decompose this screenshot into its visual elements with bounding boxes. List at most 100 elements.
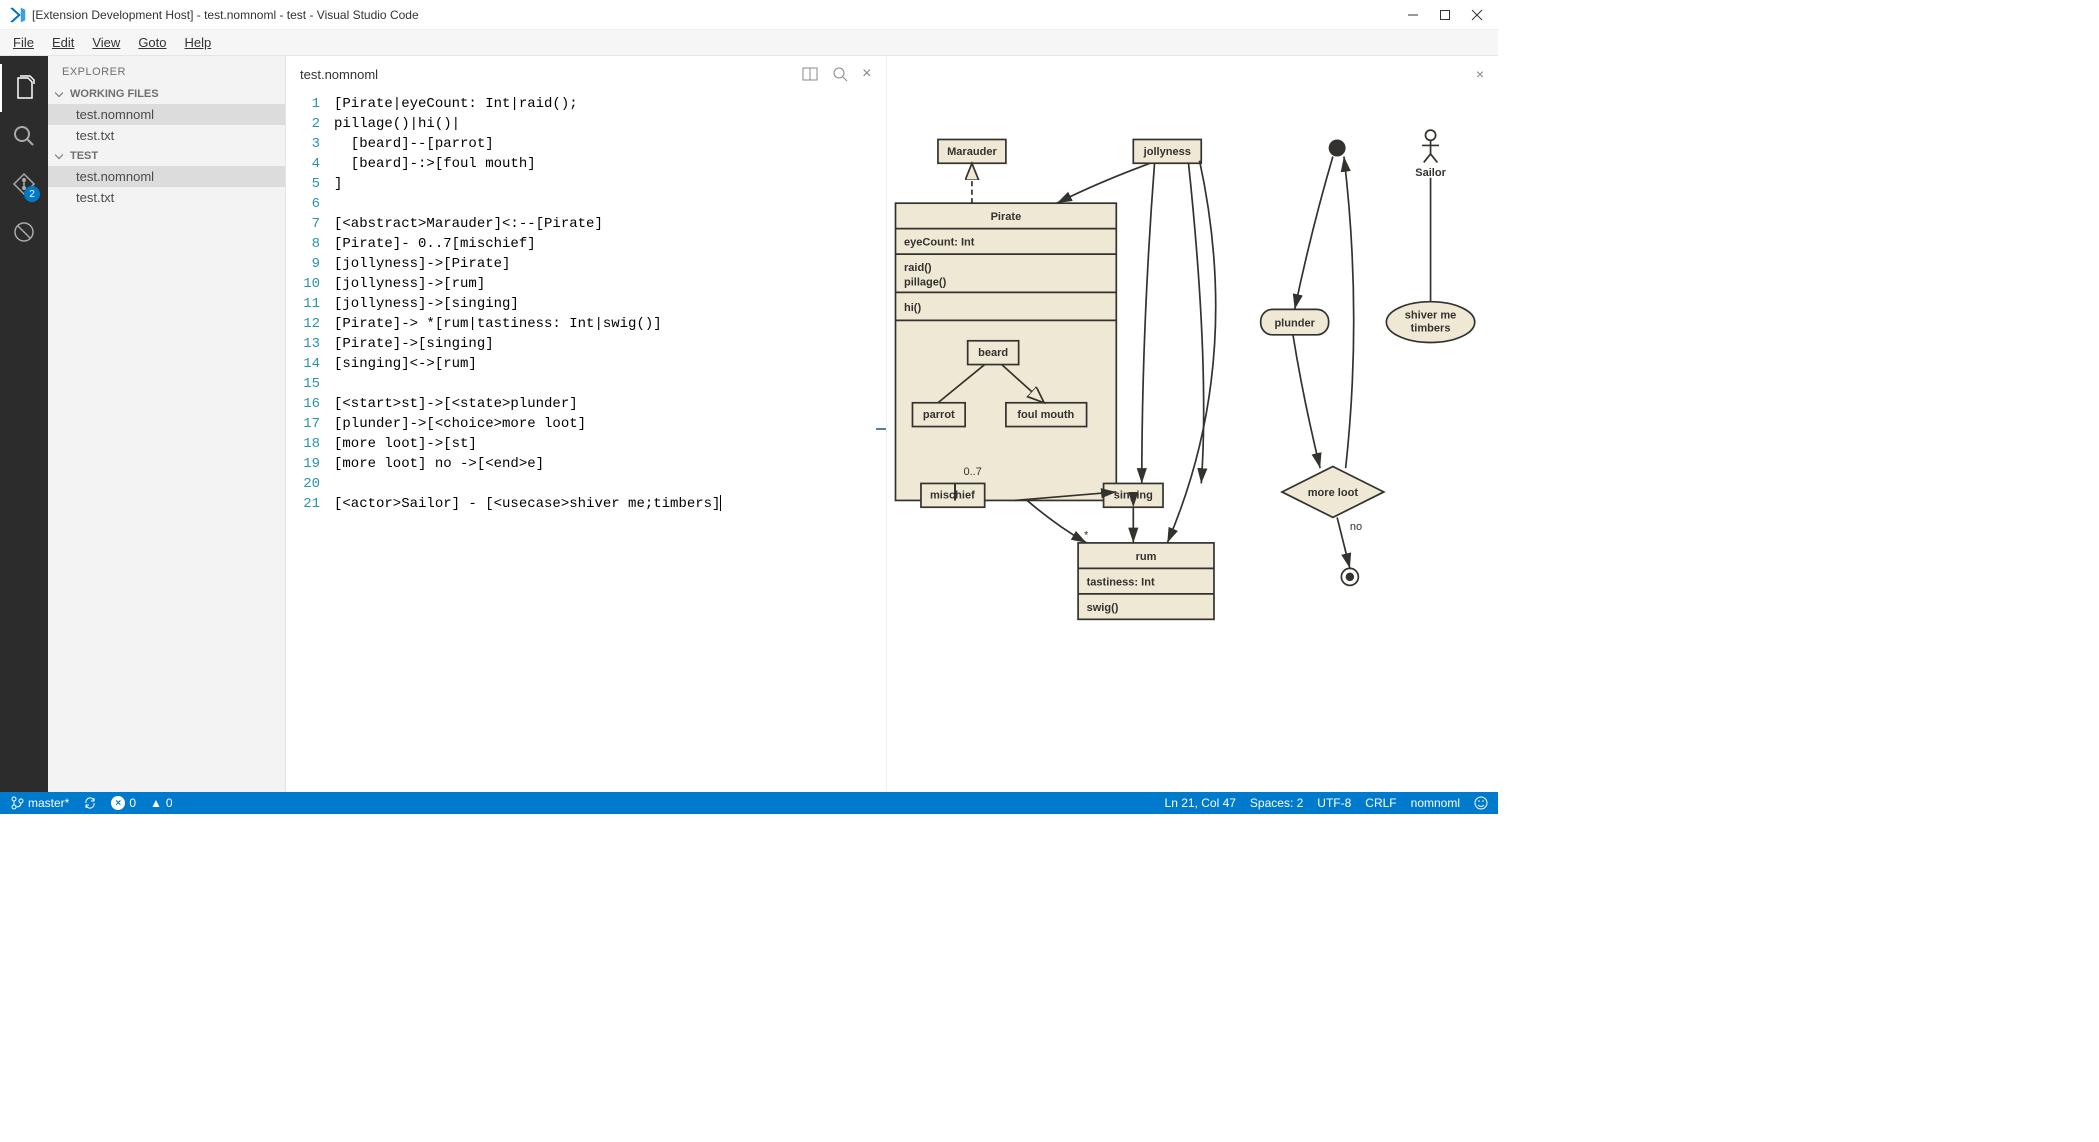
activity-git[interactable]: 2 [0, 160, 48, 208]
working-file[interactable]: test.txt [48, 125, 285, 146]
status-sync[interactable] [83, 796, 97, 810]
code-line[interactable]: 2pillage()|hi()| [286, 114, 886, 134]
titlebar: [Extension Development Host] - test.nomn… [0, 0, 1498, 30]
code-text: ] [334, 174, 342, 194]
line-number: 12 [286, 314, 334, 334]
status-feedback[interactable] [1474, 796, 1488, 810]
svg-text:Marauder: Marauder [947, 146, 997, 158]
code-line[interactable]: 19[more loot] no ->[<end>e] [286, 454, 886, 474]
line-number: 10 [286, 274, 334, 294]
svg-text:jollyness: jollyness [1142, 146, 1190, 158]
svg-text:tastiness: Int: tastiness: Int [1086, 576, 1154, 588]
status-eol[interactable]: CRLF [1365, 796, 1396, 810]
svg-text:0..7: 0..7 [963, 466, 981, 478]
code-line[interactable]: 7[<abstract>Marauder]<:--[Pirate] [286, 214, 886, 234]
line-number: 14 [286, 354, 334, 374]
overview-ruler[interactable] [872, 92, 886, 792]
svg-text:shiver me: shiver me [1404, 310, 1456, 322]
code-line[interactable]: 18[more loot]->[st] [286, 434, 886, 454]
status-spaces[interactable]: Spaces: 2 [1250, 796, 1303, 810]
maximize-button[interactable] [1438, 8, 1452, 22]
code-text: [<abstract>Marauder]<:--[Pirate] [334, 214, 603, 234]
vscode-logo-icon [8, 6, 26, 24]
line-number: 5 [286, 174, 334, 194]
menu-help[interactable]: Help [176, 32, 221, 53]
svg-text:plunder: plunder [1274, 317, 1315, 329]
split-editor-icon[interactable] [802, 66, 818, 82]
folder-header[interactable]: TEST [48, 146, 285, 166]
status-warnings[interactable]: ▲0 [150, 796, 173, 810]
code-text: [plunder]->[<choice>more loot] [334, 414, 586, 434]
svg-text:foul mouth: foul mouth [1017, 409, 1074, 421]
code-line[interactable]: 16[<start>st]->[<state>plunder] [286, 394, 886, 414]
svg-text:more loot: more loot [1307, 487, 1358, 499]
activity-search[interactable] [0, 112, 48, 160]
code-line[interactable]: 3 [beard]--[parrot] [286, 134, 886, 154]
code-line[interactable]: 13[Pirate]->[singing] [286, 334, 886, 354]
line-number: 20 [286, 474, 334, 494]
code-line[interactable]: 20 [286, 474, 886, 494]
code-line[interactable]: 21[<actor>Sailor] - [<usecase>shiver me;… [286, 494, 886, 514]
line-number: 15 [286, 374, 334, 394]
minimize-button[interactable] [1406, 8, 1420, 22]
code-line[interactable]: 1[Pirate|eyeCount: Int|raid(); [286, 94, 886, 114]
code-text: [more loot]->[st] [334, 434, 477, 454]
code-line[interactable]: 4 [beard]-:>[foul mouth] [286, 154, 886, 174]
code-area[interactable]: 1[Pirate|eyeCount: Int|raid();2pillage()… [286, 92, 886, 792]
search-icon [11, 123, 37, 149]
line-number: 4 [286, 154, 334, 174]
sidebar-title: EXPLORER [48, 56, 285, 84]
status-language[interactable]: nomnoml [1411, 796, 1460, 810]
menu-file[interactable]: File [4, 32, 43, 53]
line-number: 8 [286, 234, 334, 254]
code-line[interactable]: 15 [286, 374, 886, 394]
working-file[interactable]: test.nomnoml [48, 104, 285, 125]
line-number: 3 [286, 134, 334, 154]
close-button[interactable] [1470, 8, 1484, 22]
window-title: [Extension Development Host] - test.nomn… [32, 8, 1406, 22]
activity-explorer[interactable] [0, 64, 48, 112]
code-text: [Pirate]-> *[rum|tastiness: Int|swig()] [334, 314, 662, 334]
line-number: 19 [286, 454, 334, 474]
folder-file[interactable]: test.nomnoml [48, 166, 285, 187]
sync-icon [83, 796, 97, 810]
svg-text:hi(): hi() [903, 302, 920, 314]
smiley-icon [1474, 796, 1488, 810]
code-line[interactable]: 5] [286, 174, 886, 194]
svg-text:Sailor: Sailor [1415, 167, 1446, 179]
menu-view[interactable]: View [83, 32, 129, 53]
svg-text:beard: beard [978, 347, 1008, 359]
preview-icon[interactable] [832, 66, 848, 82]
status-errors[interactable]: ×0 [111, 796, 136, 810]
code-line[interactable]: 6 [286, 194, 886, 214]
code-line[interactable]: 17[plunder]->[<choice>more loot] [286, 414, 886, 434]
svg-text:*: * [1084, 530, 1089, 542]
code-line[interactable]: 14[singing]<->[rum] [286, 354, 886, 374]
code-text: [jollyness]->[singing] [334, 294, 519, 314]
svg-text:mischief: mischief [930, 490, 975, 502]
code-text: [Pirate]->[singing] [334, 334, 494, 354]
code-text: pillage()|hi()| [334, 114, 460, 134]
status-encoding[interactable]: UTF-8 [1317, 796, 1351, 810]
editor-tab[interactable]: test.nomnoml [300, 67, 378, 82]
close-tab-icon[interactable]: × [862, 65, 871, 83]
menu-goto[interactable]: Goto [129, 32, 175, 53]
line-number: 6 [286, 194, 334, 214]
folder-file[interactable]: test.txt [48, 187, 285, 208]
code-line[interactable]: 11[jollyness]->[singing] [286, 294, 886, 314]
code-text: [jollyness]->[Pirate] [334, 254, 510, 274]
svg-text:swig(): swig() [1086, 602, 1118, 614]
working-files-header[interactable]: WORKING FILES [48, 84, 285, 104]
code-line[interactable]: 12[Pirate]-> *[rum|tastiness: Int|swig()… [286, 314, 886, 334]
svg-text:rum: rum [1135, 551, 1156, 563]
menu-edit[interactable]: Edit [43, 32, 83, 53]
status-git-branch[interactable]: master* [10, 796, 69, 810]
close-preview-icon[interactable]: × [1476, 66, 1484, 82]
code-line[interactable]: 10[jollyness]->[rum] [286, 274, 886, 294]
code-line[interactable]: 8[Pirate]- 0..7[mischief] [286, 234, 886, 254]
svg-text:no: no [1349, 521, 1361, 533]
line-number: 7 [286, 214, 334, 234]
status-ln-col[interactable]: Ln 21, Col 47 [1165, 796, 1236, 810]
activity-debug[interactable] [0, 208, 48, 256]
code-line[interactable]: 9[jollyness]->[Pirate] [286, 254, 886, 274]
